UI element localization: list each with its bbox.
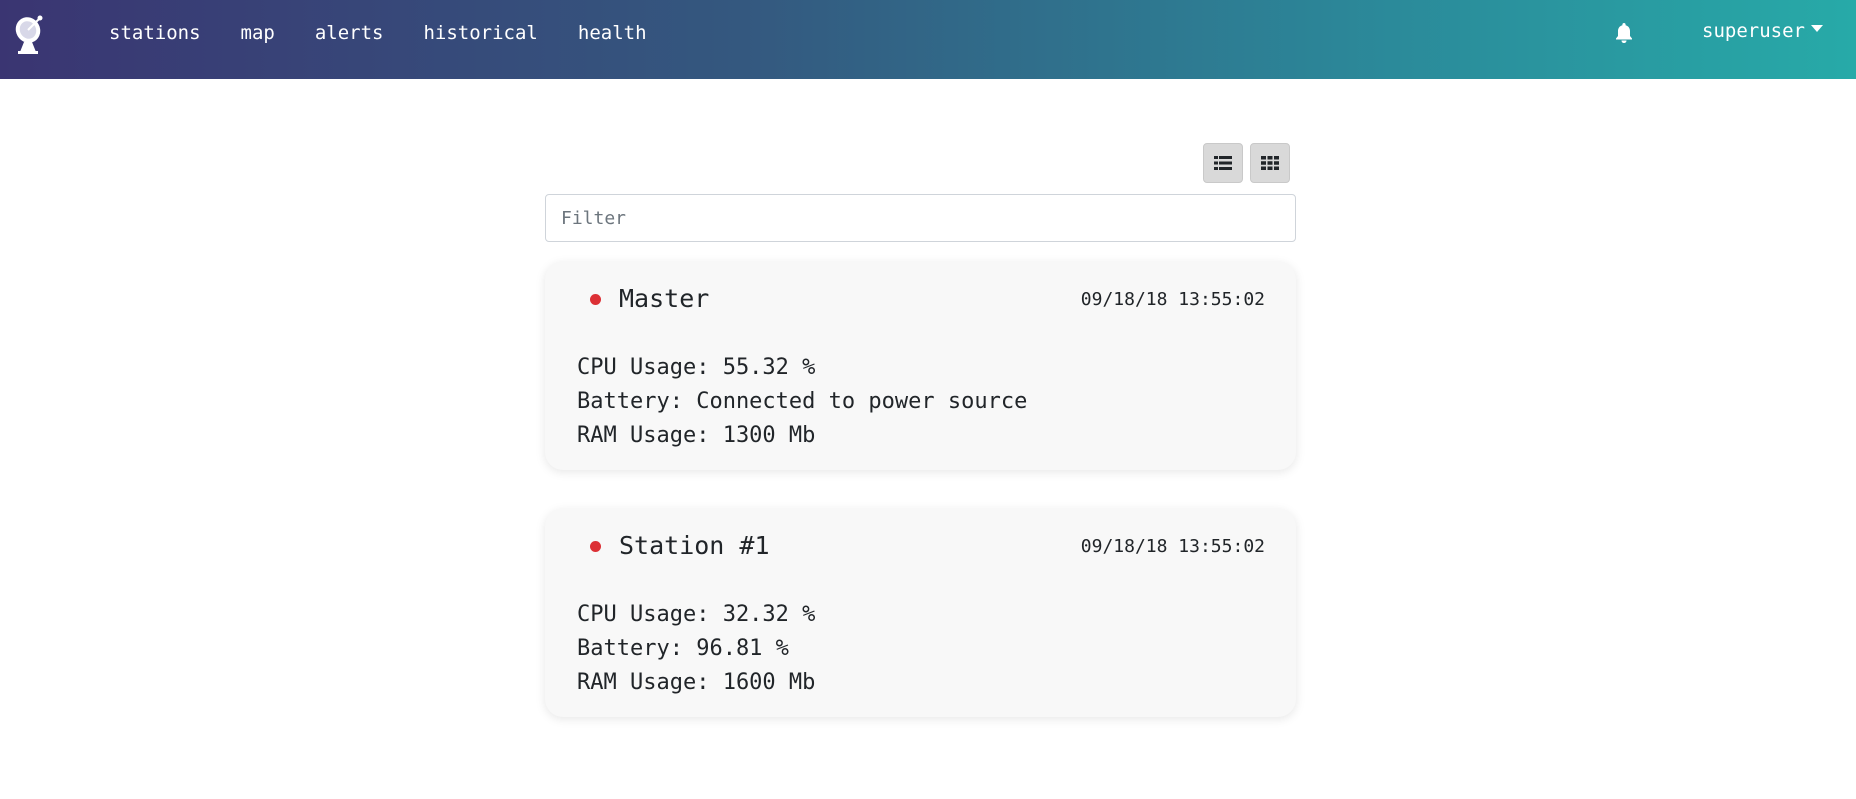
chevron-down-icon <box>1810 24 1823 32</box>
station-card-master[interactable]: Master 09/18/18 13:55:02 CPU Usage: 55.3… <box>545 262 1296 470</box>
battery-status: Battery: 96.81 % <box>577 636 789 661</box>
user-name: superuser <box>1702 20 1805 42</box>
nav-historical[interactable]: historical <box>403 22 557 44</box>
top-navbar: stations map alerts historical health su… <box>0 0 1856 79</box>
nav-map[interactable]: map <box>221 22 295 44</box>
ram-usage: RAM Usage: 1600 Mb <box>577 670 816 695</box>
station-name: Station #1 <box>619 531 770 560</box>
nav-stations[interactable]: stations <box>89 22 221 44</box>
station-timestamp: 09/18/18 13:55:02 <box>1080 536 1265 557</box>
list-view-icon <box>1214 156 1232 170</box>
main-nav: stations map alerts historical health <box>89 0 667 65</box>
card-header: Station #1 09/18/18 13:55:02 <box>545 509 1296 579</box>
card-header: Master 09/18/18 13:55:02 <box>545 262 1296 332</box>
nav-alerts[interactable]: alerts <box>295 22 404 44</box>
ram-usage: RAM Usage: 1300 Mb <box>577 423 816 448</box>
station-metrics: CPU Usage: 32.32 % Battery: 96.81 % RAM … <box>577 598 815 700</box>
station-metrics: CPU Usage: 55.32 % Battery: Connected to… <box>577 351 1027 453</box>
list-view-button[interactable] <box>1203 143 1243 183</box>
status-dot <box>590 294 601 305</box>
station-timestamp: 09/18/18 13:55:02 <box>1080 289 1265 310</box>
filter-input[interactable] <box>545 194 1296 242</box>
view-toggle <box>1203 143 1290 183</box>
cpu-usage: CPU Usage: 32.32 % <box>577 602 816 627</box>
grid-view-button[interactable] <box>1250 143 1290 183</box>
satellite-dish-icon[interactable] <box>12 14 48 54</box>
grid-view-icon <box>1261 156 1279 170</box>
bell-icon[interactable] <box>1612 21 1636 45</box>
station-card-station-1[interactable]: Station #1 09/18/18 13:55:02 CPU Usage: … <box>545 509 1296 717</box>
battery-status: Battery: Connected to power source <box>577 389 1028 414</box>
status-dot <box>590 541 601 552</box>
cpu-usage: CPU Usage: 55.32 % <box>577 355 816 380</box>
nav-health[interactable]: health <box>558 22 667 44</box>
station-name: Master <box>619 284 710 313</box>
user-menu-dropdown[interactable]: superuser <box>1702 20 1823 42</box>
